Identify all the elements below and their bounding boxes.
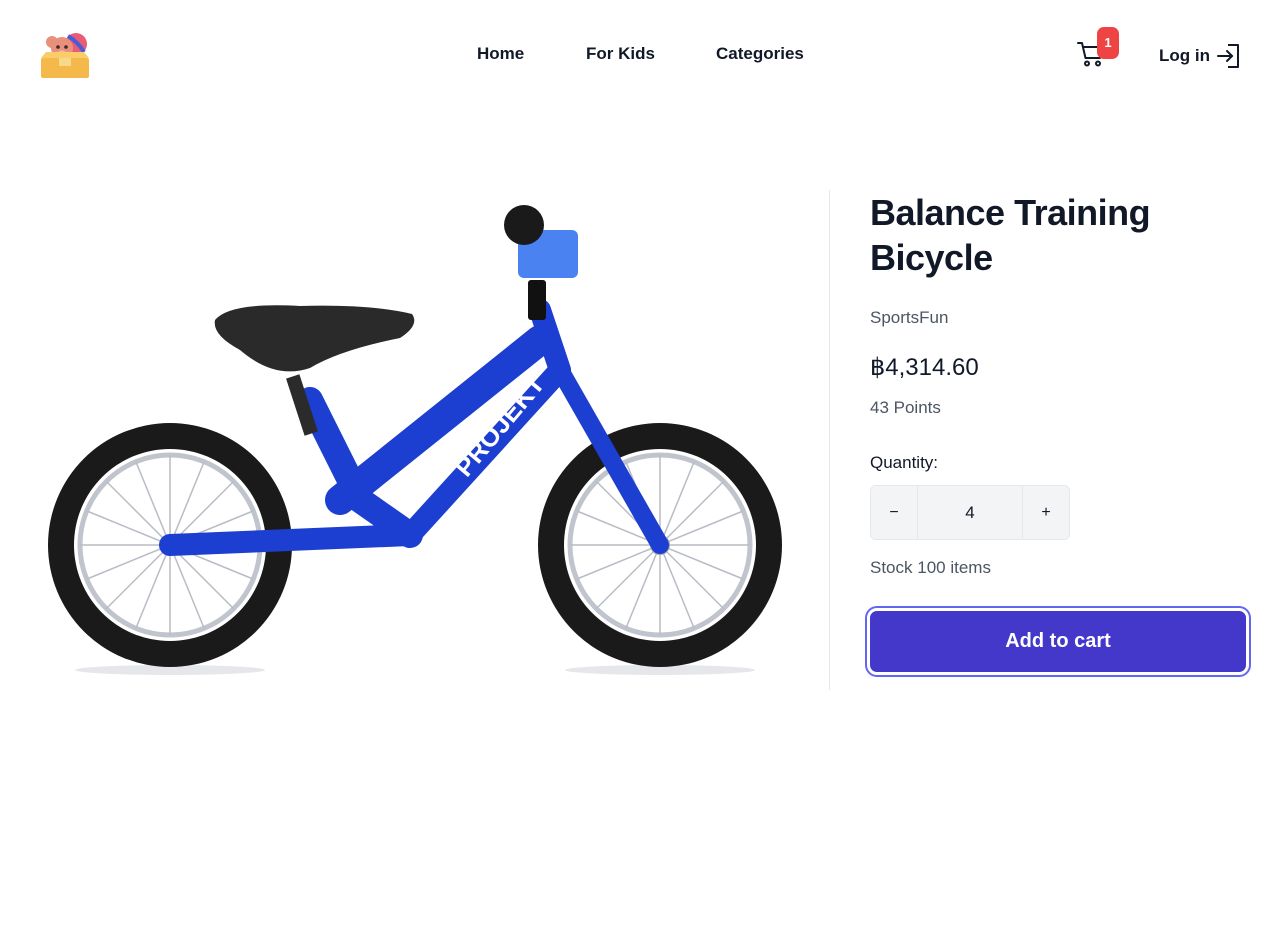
nav-for-kids[interactable]: For Kids [586,44,655,64]
nav-home[interactable]: Home [477,44,524,64]
site-header: Home For Kids Categories 1 Log in [0,0,1285,110]
nav-categories[interactable]: Categories [716,44,804,64]
content-divider [829,190,830,690]
product-image: PROJEKT [40,190,790,690]
increment-button[interactable]: + [1023,486,1069,539]
product-title-line2: Bicycle [870,237,993,278]
login-icon [1216,44,1239,68]
product-details: Balance Training Bicycle SportsFun ฿4,31… [867,190,1250,675]
quantity-label: Quantity: [870,453,939,472]
product-brand: SportsFun [870,308,949,327]
product-title-line1: Balance Training [870,192,1151,233]
login-button[interactable]: Log in [1159,42,1242,70]
product-title: Balance Training Bicycle [870,190,1250,280]
bicycle-image: PROJEKT [48,205,782,675]
add-to-cart-button[interactable]: Add to cart [867,608,1249,675]
quantity-input[interactable] [917,486,1023,539]
decrement-button[interactable]: − [871,486,917,539]
stock-info: Stock 100 items [870,558,991,577]
quantity-stepper: − + [870,485,1070,540]
product-price: ฿4,314.60 [870,354,979,381]
cart-count-badge: 1 [1097,27,1119,59]
login-label: Log in [1159,46,1210,65]
product-points: 43 Points [870,398,941,417]
